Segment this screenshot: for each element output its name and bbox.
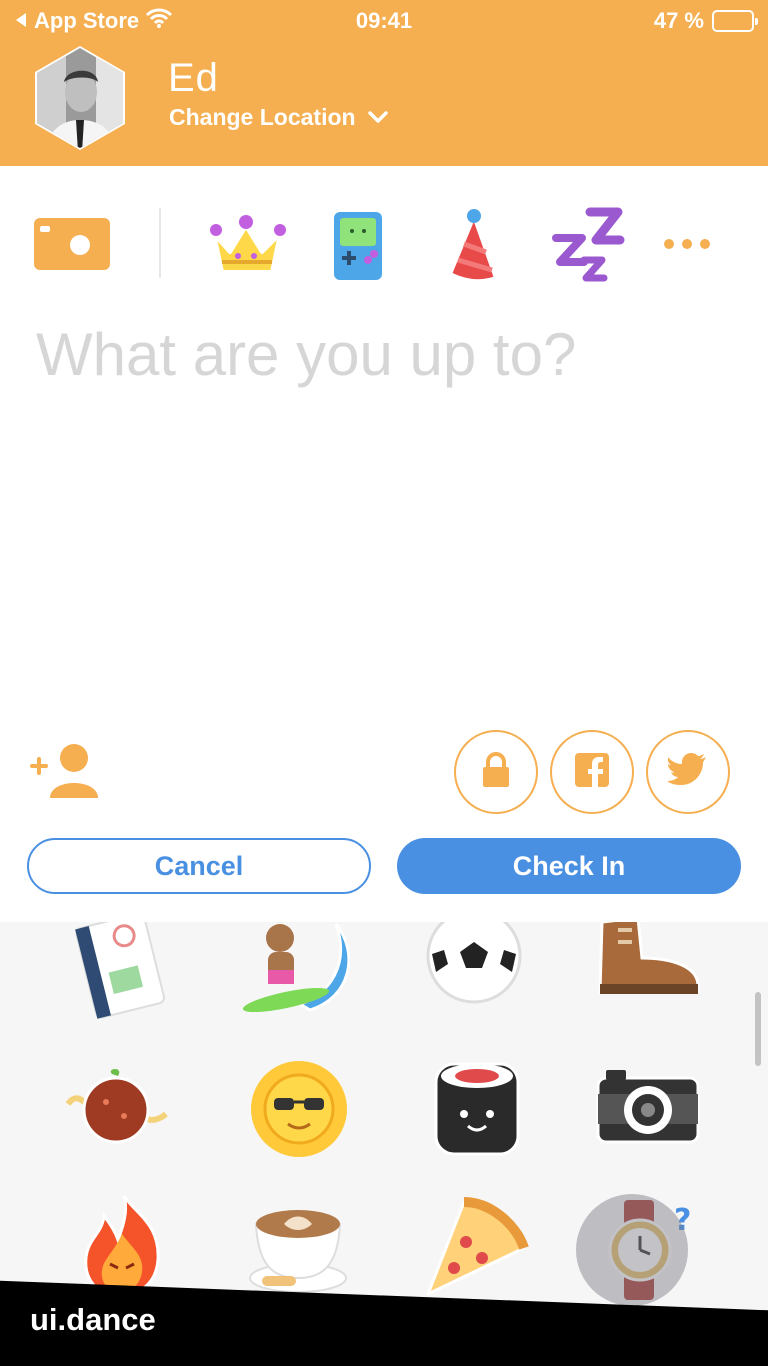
lock-icon: [481, 751, 511, 793]
share-twitter-button[interactable]: [646, 730, 730, 814]
facebook-icon: [575, 752, 609, 792]
party-hat-sticker-icon[interactable]: [430, 204, 514, 288]
status-bar: App Store 09:41 47 %: [0, 0, 768, 42]
crown-sticker-icon[interactable]: [204, 204, 288, 288]
sun-with-sunglasses-sticker-icon[interactable]: [244, 1054, 354, 1164]
battery-icon: [712, 10, 758, 32]
user-name: Ed: [168, 56, 219, 100]
twitter-bird-icon: [667, 752, 708, 792]
sushi-roll-sticker-icon[interactable]: [422, 1054, 532, 1164]
grid-scrollbar[interactable]: [755, 992, 761, 1066]
change-location-button[interactable]: Change Location: [169, 104, 388, 131]
divider: [159, 208, 161, 278]
app-header: App Store 09:41 47 % Ed Change Location: [0, 0, 768, 166]
touch-indicator: [576, 1194, 688, 1306]
avatar[interactable]: [26, 44, 134, 152]
battery-status: 47 %: [653, 8, 758, 34]
chevron-down-icon: [367, 104, 388, 131]
surfing-bear-sticker-icon[interactable]: [240, 922, 351, 1024]
attachment-bar: [0, 200, 768, 290]
boot-sticker-icon[interactable]: [592, 922, 702, 1022]
watermark-label: ui.dance: [30, 1302, 156, 1337]
status-time: 09:41: [355, 8, 413, 33]
camera-sticker-icon[interactable]: [592, 1054, 702, 1164]
pizza-slice-sticker-icon[interactable]: [420, 1194, 530, 1304]
meatball-spaghetti-sticker-icon[interactable]: [62, 1054, 172, 1164]
more-stickers-icon[interactable]: [664, 232, 716, 256]
gameboy-sticker-icon[interactable]: [316, 204, 400, 288]
latte-cup-sticker-icon[interactable]: [244, 1194, 354, 1304]
change-location-label: Change Location: [169, 104, 356, 130]
battery-percent: 47 %: [653, 8, 704, 33]
sleep-zzz-sticker-icon[interactable]: [544, 204, 628, 288]
soccer-ball-sticker-icon[interactable]: [420, 922, 530, 1024]
passport-sticker-icon[interactable]: [64, 922, 174, 1024]
compose-input[interactable]: What are you up to?: [36, 320, 736, 400]
cancel-button[interactable]: Cancel: [27, 838, 371, 894]
privacy-lock-button[interactable]: [454, 730, 538, 814]
share-facebook-button[interactable]: [550, 730, 634, 814]
camera-icon[interactable]: [34, 218, 110, 270]
check-in-button[interactable]: Check In: [397, 838, 741, 894]
tag-friend-icon[interactable]: [30, 742, 100, 800]
